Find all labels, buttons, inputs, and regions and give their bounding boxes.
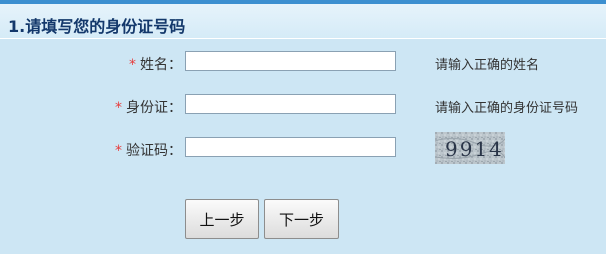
captcha-image[interactable]: 9914 [435,132,505,164]
id-card-input[interactable] [185,94,396,114]
next-step-button[interactable]: 下一步 [264,199,339,239]
id-card-hint: 请输入正确的身份证号码 [435,101,579,116]
section-header: 1.请填写您的身份证号码 [0,4,606,39]
name-label: * 姓名： [129,57,182,73]
required-marker: * [115,100,122,116]
required-marker: * [129,57,136,73]
required-marker: * [115,143,122,159]
captcha-label: * 验证码： [115,143,182,159]
prev-step-button[interactable]: 上一步 [185,199,259,239]
id-card-label: * 身份证： [115,100,182,116]
name-input[interactable] [185,51,396,71]
name-hint: 请输入正确的姓名 [435,58,540,73]
section-title: 1.请填写您的身份证号码 [8,17,186,36]
captcha-input[interactable] [185,137,396,157]
captcha-text: 9914 [445,137,504,161]
